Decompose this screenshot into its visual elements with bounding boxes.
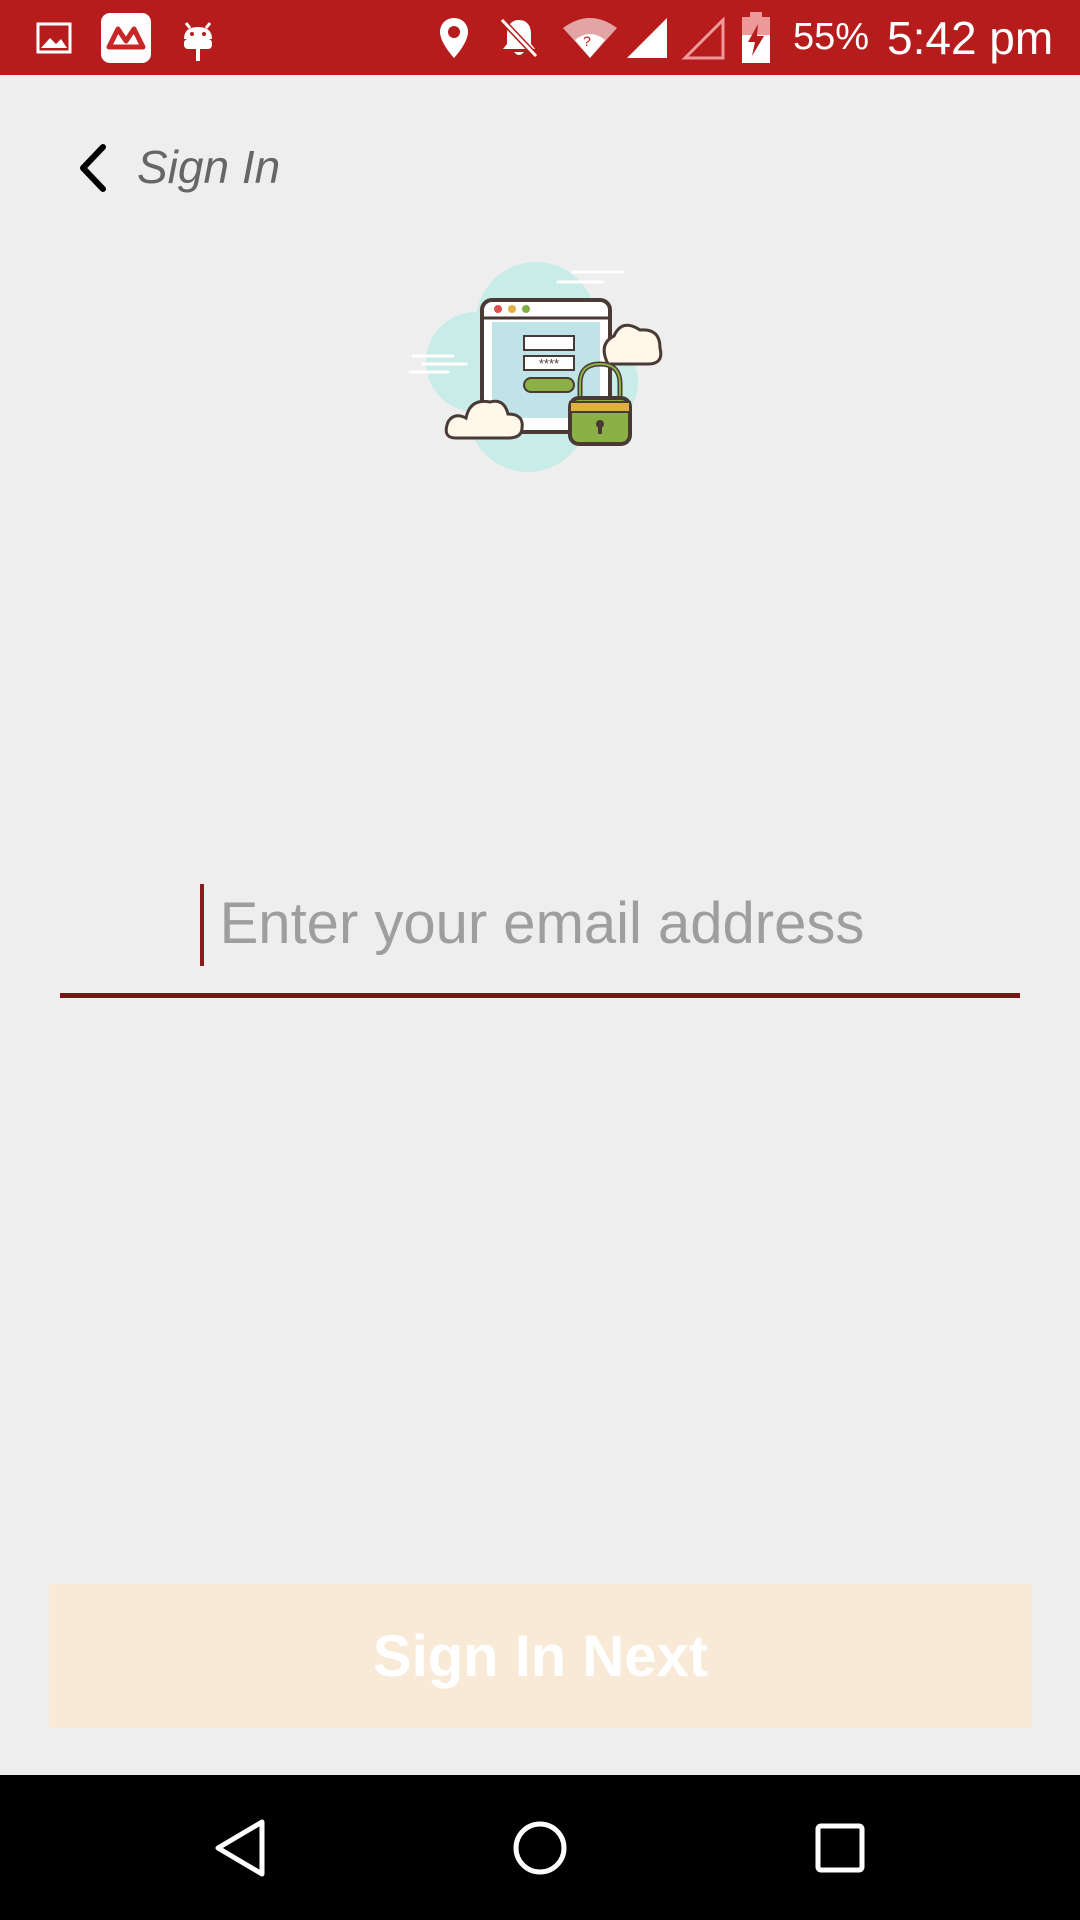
sign-in-next-button[interactable]: Sign In Next xyxy=(49,1584,1032,1728)
page-title: Sign In xyxy=(137,141,281,193)
chevron-left-icon xyxy=(80,144,106,192)
recents-icon xyxy=(815,1823,865,1872)
signal-empty-icon xyxy=(680,0,726,75)
battery-charging-icon xyxy=(738,0,774,75)
navigation-bar xyxy=(0,1775,1080,1920)
battery-percentage: 55% xyxy=(793,16,870,58)
email-placeholder: Enter your email address xyxy=(219,891,865,956)
location-icon xyxy=(436,0,472,75)
clock: 5:42 pm xyxy=(887,11,1054,64)
nav-recents-button[interactable] xyxy=(780,1775,900,1920)
android-debug-icon xyxy=(178,0,218,75)
secure-login-illustration: **** xyxy=(408,252,670,474)
wifi-icon: ? xyxy=(560,0,620,75)
home-icon xyxy=(513,1821,567,1874)
signal-icon xyxy=(624,0,670,75)
email-field[interactable]: Enter your email address xyxy=(60,870,1020,998)
svg-text:?: ? xyxy=(583,33,591,49)
back-button[interactable] xyxy=(66,138,120,198)
nav-home-button[interactable] xyxy=(480,1775,600,1920)
status-bar: ? 55% 5:42 pm xyxy=(0,0,1080,75)
gallery-icon xyxy=(34,0,74,75)
password-mask-text: **** xyxy=(539,356,559,371)
app-logo-icon xyxy=(100,0,152,75)
back-icon xyxy=(215,1819,265,1876)
notifications-off-icon xyxy=(496,0,542,75)
nav-back-button[interactable] xyxy=(180,1775,300,1920)
email-underline xyxy=(60,993,1020,998)
